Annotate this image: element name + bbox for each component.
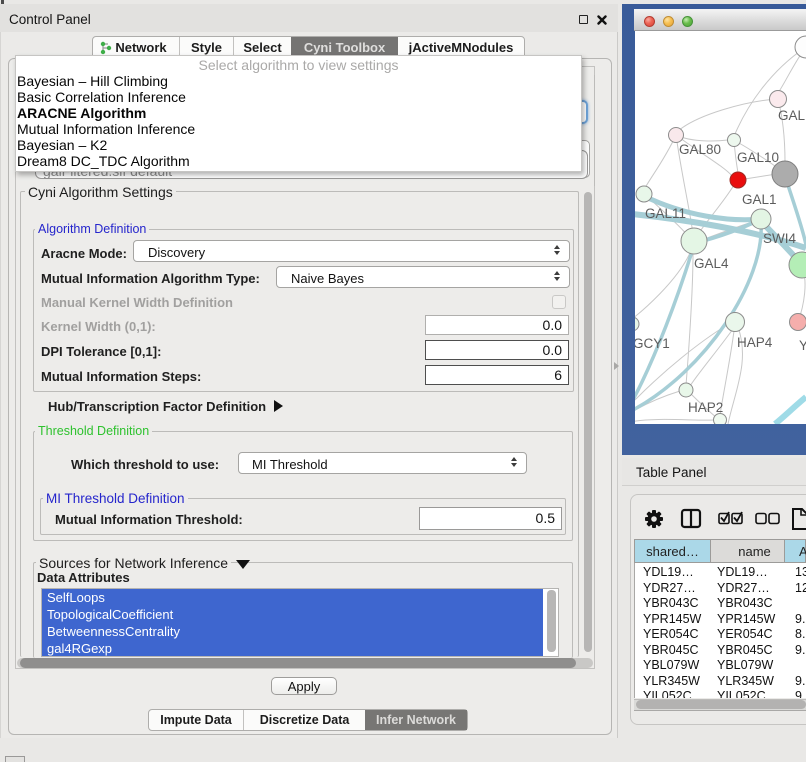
svg-text:HAP4: HAP4	[737, 335, 773, 350]
svg-text:GAL4: GAL4	[694, 256, 729, 271]
svg-text:HAP2: HAP2	[688, 400, 723, 415]
svg-text:GAL10: GAL10	[737, 150, 779, 165]
svg-text:SWI4: SWI4	[763, 231, 796, 246]
svg-text:GAL80: GAL80	[679, 142, 721, 157]
svg-text:GCY1: GCY1	[635, 336, 670, 351]
svg-text:GAL1: GAL1	[742, 192, 777, 207]
svg-text:GAL: GAL	[778, 108, 806, 123]
svg-text:Y: Y	[799, 338, 806, 353]
svg-text:GAL11: GAL11	[645, 206, 686, 221]
